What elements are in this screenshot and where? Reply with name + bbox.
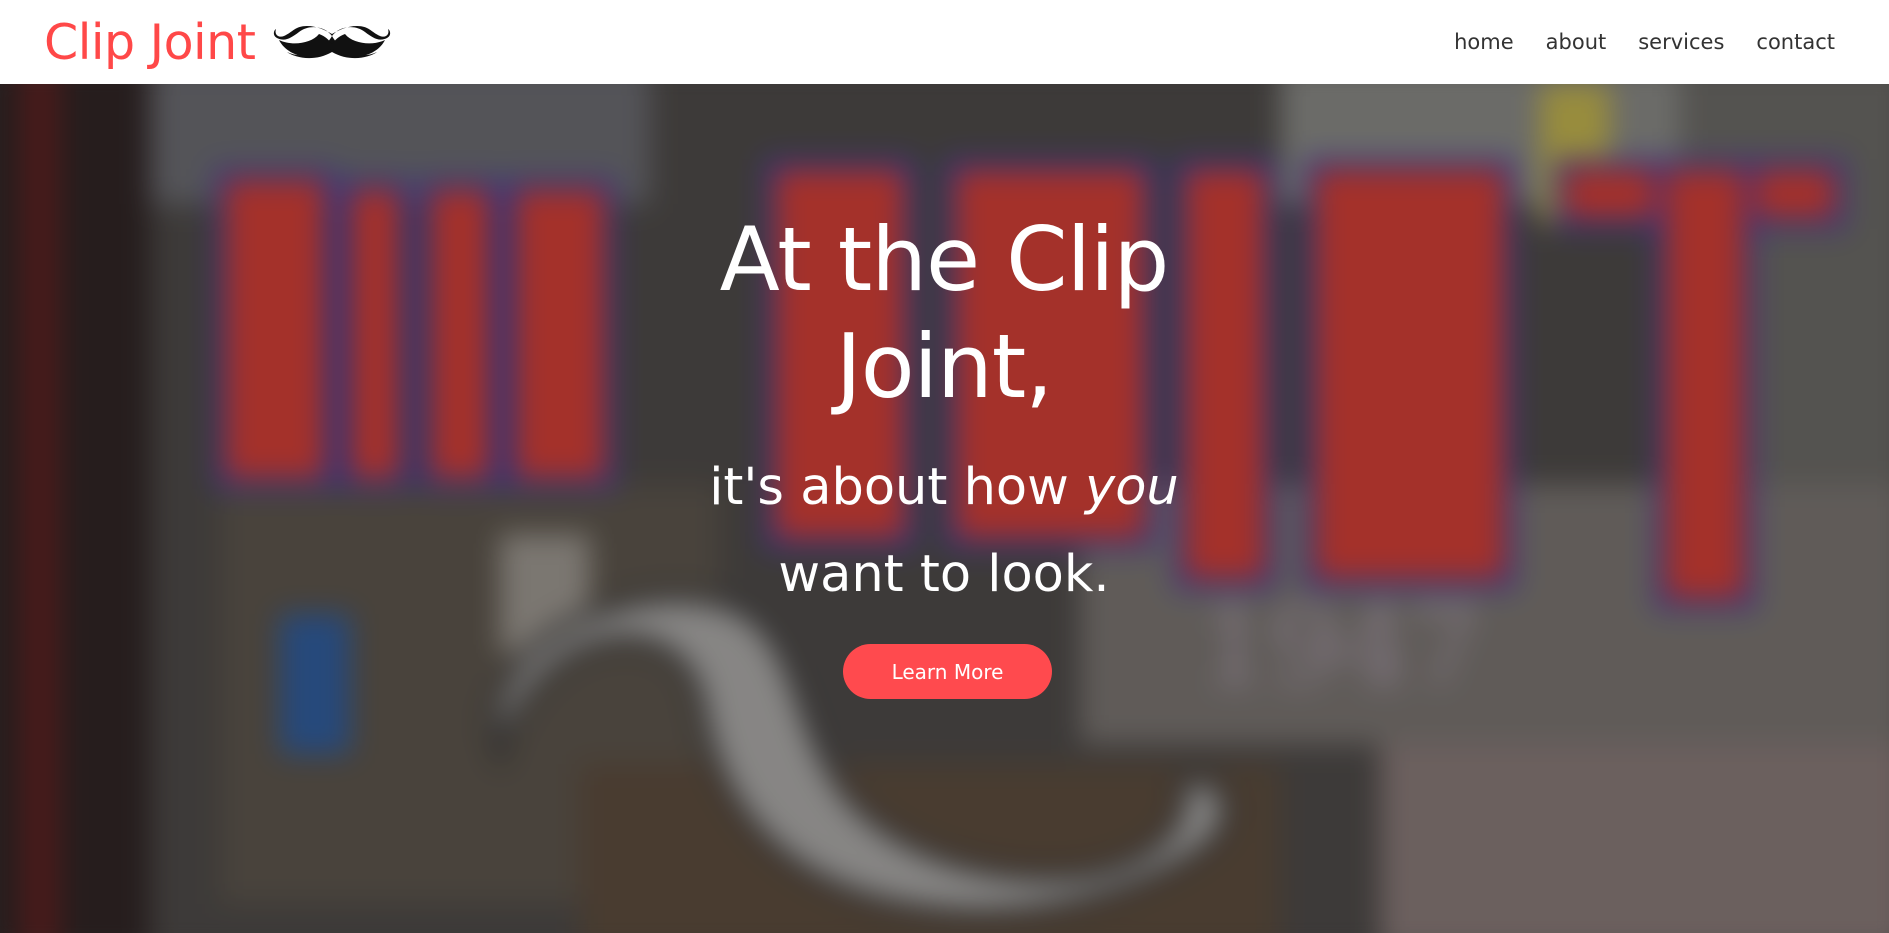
hero-title: At the Clip Joint, xyxy=(719,208,1170,418)
nav-link-about[interactable]: about xyxy=(1546,30,1607,54)
nav-link-services[interactable]: services xyxy=(1638,30,1724,54)
hero-content: At the Clip Joint, it's about how you wa… xyxy=(0,84,1889,933)
hero-subtitle-end: want to look. xyxy=(778,545,1110,604)
nav-menu: home about services contact xyxy=(1422,30,1835,54)
hero-subtitle-start: it's about how xyxy=(709,458,1086,517)
hero-subtitle: it's about how you want to look. xyxy=(644,444,1244,618)
brand-link[interactable]: Clip Joint xyxy=(44,18,391,67)
brand-name: Clip Joint xyxy=(44,13,256,71)
top-navbar: Clip Joint home about services contact xyxy=(0,0,1889,84)
hero-section: 1947 At the Clip Joint, it's about how y… xyxy=(0,84,1889,933)
nav-item-about: about xyxy=(1546,30,1607,54)
nav-link-home[interactable]: home xyxy=(1454,30,1514,54)
nav-item-services: services xyxy=(1638,30,1724,54)
learn-more-button[interactable]: Learn More xyxy=(843,644,1052,699)
hero-subtitle-emphasis: you xyxy=(1085,458,1179,517)
nav-item-contact: contact xyxy=(1756,30,1835,54)
mustache-icon xyxy=(274,26,391,59)
nav-item-home: home xyxy=(1454,30,1514,54)
nav-link-contact[interactable]: contact xyxy=(1756,30,1835,54)
